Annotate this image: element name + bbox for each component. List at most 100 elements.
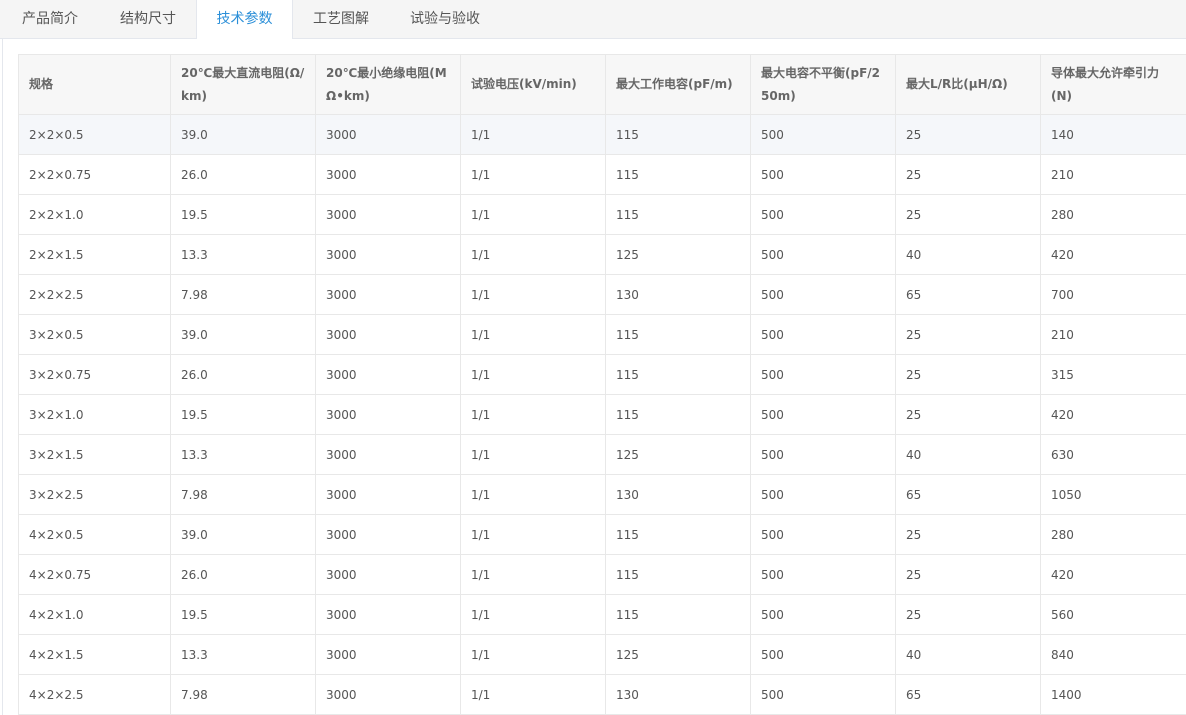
table-row: 2×2×0.5 39.0 3000 1/1 115 500 25 140 bbox=[18, 114, 1186, 155]
table-row: 2×2×2.5 7.98 3000 1/1 130 500 65 700 bbox=[18, 274, 1186, 315]
table-cell: 3×2×1.5 bbox=[18, 434, 171, 475]
table-cell: 25 bbox=[895, 514, 1041, 555]
table-cell: 1/1 bbox=[460, 434, 606, 475]
table-cell: 500 bbox=[750, 634, 896, 675]
table-cell: 25 bbox=[895, 314, 1041, 355]
table-cell: 65 bbox=[895, 274, 1041, 315]
table-cell: 130 bbox=[605, 274, 751, 315]
table-row: 3×2×2.5 7.98 3000 1/1 130 500 65 1050 bbox=[18, 474, 1186, 515]
table-cell: 500 bbox=[750, 594, 896, 635]
table-cell: 1/1 bbox=[460, 674, 606, 715]
table-cell: 1/1 bbox=[460, 634, 606, 675]
table-cell: 7.98 bbox=[170, 274, 316, 315]
table-cell: 3000 bbox=[315, 514, 461, 555]
table-cell: 1/1 bbox=[460, 194, 606, 235]
table-cell: 3×2×1.0 bbox=[18, 394, 171, 435]
tab-tech-params[interactable]: 技术参数 bbox=[196, 0, 293, 40]
table-row: 2×2×0.75 26.0 3000 1/1 115 500 25 210 bbox=[18, 154, 1186, 195]
table-cell: 500 bbox=[750, 514, 896, 555]
table-cell: 115 bbox=[605, 394, 751, 435]
table-row: 4×2×0.5 39.0 3000 1/1 115 500 25 280 bbox=[18, 514, 1186, 555]
column-header: 20℃最小绝缘电阻(MΩ•km) bbox=[315, 54, 461, 115]
table-row: 2×2×1.0 19.5 3000 1/1 115 500 25 280 bbox=[18, 194, 1186, 235]
column-header: 20℃最大直流电阻(Ω/km) bbox=[170, 54, 316, 115]
table-cell: 26.0 bbox=[170, 154, 316, 195]
tab-process-diagram[interactable]: 工艺图解 bbox=[293, 0, 389, 39]
table-cell: 140 bbox=[1040, 114, 1186, 155]
column-header: 试验电压(kV/min) bbox=[460, 54, 606, 115]
table-cell: 19.5 bbox=[170, 194, 316, 235]
table-cell: 125 bbox=[605, 634, 751, 675]
tab-bar: 产品简介 结构尺寸 技术参数 工艺图解 试验与验收 bbox=[0, 0, 1186, 40]
table-cell: 115 bbox=[605, 154, 751, 195]
tab-structure-size[interactable]: 结构尺寸 bbox=[100, 0, 196, 39]
tab-product-intro[interactable]: 产品简介 bbox=[0, 0, 100, 39]
table-cell: 3000 bbox=[315, 554, 461, 595]
table-cell: 3×2×0.75 bbox=[18, 354, 171, 395]
table-cell: 1/1 bbox=[460, 274, 606, 315]
table-cell: 4×2×1.5 bbox=[18, 634, 171, 675]
table-cell: 420 bbox=[1040, 394, 1186, 435]
table-cell: 4×2×0.75 bbox=[18, 554, 171, 595]
table-cell: 3000 bbox=[315, 114, 461, 155]
table-cell: 1/1 bbox=[460, 474, 606, 515]
table-cell: 560 bbox=[1040, 594, 1186, 635]
table-cell: 3000 bbox=[315, 394, 461, 435]
table-cell: 130 bbox=[605, 474, 751, 515]
table-cell: 2×2×2.5 bbox=[18, 274, 171, 315]
table-cell: 3000 bbox=[315, 674, 461, 715]
table-cell: 1400 bbox=[1040, 674, 1186, 715]
table-cell: 2×2×1.5 bbox=[18, 234, 171, 275]
table-cell: 1/1 bbox=[460, 154, 606, 195]
table-row: 4×2×1.0 19.5 3000 1/1 115 500 25 560 bbox=[18, 594, 1186, 635]
table-cell: 500 bbox=[750, 194, 896, 235]
table-cell: 500 bbox=[750, 434, 896, 475]
table-cell: 4×2×2.5 bbox=[18, 674, 171, 715]
table-cell: 19.5 bbox=[170, 594, 316, 635]
column-header: 导体最大允许牵引力(N) bbox=[1040, 54, 1186, 115]
table-cell: 3000 bbox=[315, 594, 461, 635]
table-cell: 3×2×0.5 bbox=[18, 314, 171, 355]
table-cell: 26.0 bbox=[170, 554, 316, 595]
table-cell: 4×2×0.5 bbox=[18, 514, 171, 555]
column-header: 最大L/R比(μH/Ω) bbox=[895, 54, 1041, 115]
table-cell: 3000 bbox=[315, 434, 461, 475]
table-row: 3×2×0.5 39.0 3000 1/1 115 500 25 210 bbox=[18, 314, 1186, 355]
table-cell: 39.0 bbox=[170, 314, 316, 355]
table-cell: 40 bbox=[895, 234, 1041, 275]
table-cell: 65 bbox=[895, 674, 1041, 715]
table-cell: 3000 bbox=[315, 194, 461, 235]
table-cell: 125 bbox=[605, 434, 751, 475]
params-table: 规格 20℃最大直流电阻(Ω/km) 20℃最小绝缘电阻(MΩ•km) 试验电压… bbox=[18, 54, 1186, 715]
table-cell: 500 bbox=[750, 154, 896, 195]
table-cell: 115 bbox=[605, 194, 751, 235]
tab-test-acceptance[interactable]: 试验与验收 bbox=[389, 0, 501, 39]
table-cell: 25 bbox=[895, 594, 1041, 635]
table-cell: 25 bbox=[895, 154, 1041, 195]
table-row: 4×2×1.5 13.3 3000 1/1 125 500 40 840 bbox=[18, 634, 1186, 675]
column-header: 最大电容不平衡(pF/250m) bbox=[750, 54, 896, 115]
table-cell: 7.98 bbox=[170, 674, 316, 715]
table-cell: 115 bbox=[605, 314, 751, 355]
table-cell: 1/1 bbox=[460, 554, 606, 595]
table-cell: 1/1 bbox=[460, 114, 606, 155]
table-row: 3×2×0.75 26.0 3000 1/1 115 500 25 315 bbox=[18, 354, 1186, 395]
table-cell: 280 bbox=[1040, 514, 1186, 555]
table-cell: 40 bbox=[895, 434, 1041, 475]
table-cell: 840 bbox=[1040, 634, 1186, 675]
table-cell: 115 bbox=[605, 594, 751, 635]
table-cell: 3000 bbox=[315, 274, 461, 315]
table-cell: 26.0 bbox=[170, 354, 316, 395]
table-cell: 210 bbox=[1040, 314, 1186, 355]
table-row: 2×2×1.5 13.3 3000 1/1 125 500 40 420 bbox=[18, 234, 1186, 275]
table-cell: 1/1 bbox=[460, 234, 606, 275]
table-cell: 3000 bbox=[315, 474, 461, 515]
table-cell: 39.0 bbox=[170, 114, 316, 155]
table-cell: 500 bbox=[750, 354, 896, 395]
table-cell: 3000 bbox=[315, 234, 461, 275]
table-cell: 19.5 bbox=[170, 394, 316, 435]
table-cell: 500 bbox=[750, 274, 896, 315]
table-cell: 125 bbox=[605, 234, 751, 275]
table-cell: 500 bbox=[750, 234, 896, 275]
column-header: 最大工作电容(pF/m) bbox=[605, 54, 751, 115]
